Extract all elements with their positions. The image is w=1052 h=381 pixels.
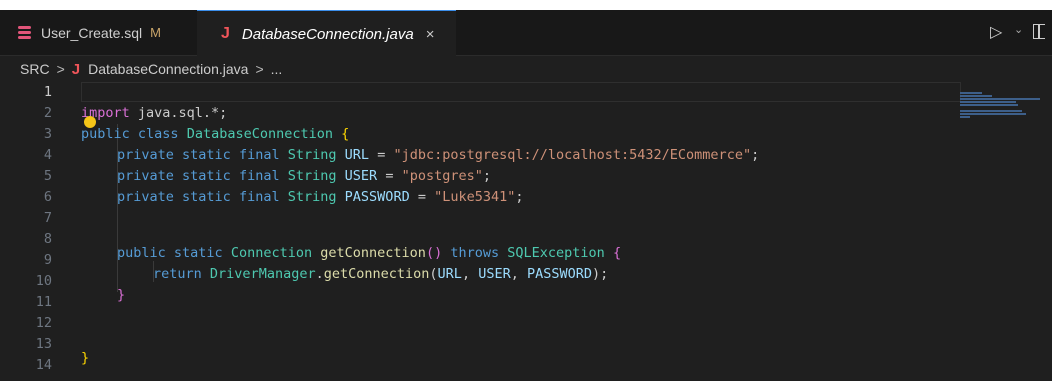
- string-literal: "Luke5341": [434, 189, 516, 205]
- keyword: static: [182, 168, 231, 184]
- type: Connection: [230, 245, 313, 261]
- semicolon: ;: [482, 168, 491, 184]
- variable: URL: [437, 266, 462, 282]
- type: String: [287, 168, 337, 184]
- keyword: static: [182, 147, 231, 163]
- chevron-right-icon: >: [255, 61, 264, 77]
- database-icon: [18, 25, 31, 40]
- variable: URL: [344, 147, 370, 163]
- brace: {: [612, 245, 622, 261]
- tab-database-connection-java[interactable]: J DatabaseConnection.java ×: [197, 10, 456, 57]
- code-text: java.sql.*;: [129, 105, 228, 121]
- type: String: [287, 147, 337, 163]
- java-file-icon: J: [221, 25, 230, 42]
- line-number: 13: [35, 336, 52, 352]
- keyword: public: [117, 245, 166, 261]
- lightbulb-icon[interactable]: [84, 116, 96, 128]
- line-number: 4: [43, 147, 52, 163]
- parens: (): [425, 245, 443, 261]
- keyword: return: [153, 266, 202, 282]
- line-number: 5: [43, 168, 52, 184]
- java-file-icon: J: [71, 60, 81, 78]
- keyword: final: [238, 147, 280, 163]
- split-editor-icon[interactable]: [1033, 24, 1045, 39]
- dot: .: [315, 266, 324, 282]
- code-line-9: return DriverManager.getConnection(URL, …: [153, 264, 608, 285]
- keyword: throws: [450, 245, 500, 261]
- line-number: 12: [35, 315, 52, 331]
- line-number: 9: [43, 252, 52, 268]
- breadcrumb-file[interactable]: DatabaseConnection.java: [88, 61, 248, 77]
- code-line-5: private static final String USER = "post…: [117, 166, 491, 187]
- current-line-highlight: [81, 82, 961, 102]
- minimap[interactable]: [960, 92, 1050, 132]
- code-line-10: }: [117, 287, 126, 303]
- variable: PASSWORD: [526, 266, 593, 282]
- keyword: private: [117, 168, 174, 184]
- operator: =: [377, 168, 402, 184]
- code-line-4: private static final String URL = "jdbc:…: [117, 145, 759, 166]
- tab-label: User_Create.sql: [41, 24, 143, 41]
- paren-semicolon: );: [592, 266, 609, 282]
- keyword: static: [173, 245, 223, 261]
- operator: =: [369, 147, 394, 163]
- line-number: 6: [43, 189, 52, 205]
- code-line-8: public static Connection getConnection()…: [117, 243, 621, 264]
- line-number: 7: [43, 210, 52, 226]
- variable: USER: [344, 168, 378, 184]
- comma: ,: [461, 266, 479, 282]
- chevron-right-icon: >: [56, 61, 65, 77]
- keyword: static: [182, 189, 231, 205]
- string-literal: "postgres": [401, 168, 483, 184]
- variable: USER: [478, 266, 511, 282]
- chevron-down-icon[interactable]: ⌄: [1014, 23, 1023, 36]
- brace: {: [341, 126, 350, 142]
- keyword: final: [238, 168, 280, 184]
- keyword: private: [117, 147, 174, 163]
- tab-label: DatabaseConnection.java: [241, 25, 414, 43]
- code-line-6: private static final String PASSWORD = "…: [117, 187, 524, 208]
- code-line-3: public class DatabaseConnection {: [81, 124, 349, 145]
- line-number: 1: [43, 84, 52, 100]
- tab-bar: User_Create.sql M J DatabaseConnection.j…: [0, 10, 1052, 57]
- line-number: 14: [35, 357, 52, 373]
- comma: ,: [510, 266, 527, 282]
- type: DriverManager: [209, 266, 316, 282]
- code-line-2: import java.sql.*;: [81, 103, 227, 124]
- operator: =: [409, 189, 435, 205]
- method-name: getConnection: [323, 266, 430, 282]
- line-number: 2: [43, 105, 52, 121]
- type: String: [287, 189, 337, 205]
- breadcrumb: SRC > J DatabaseConnection.java > ...: [0, 56, 1052, 82]
- modified-badge: M: [150, 25, 161, 40]
- keyword: class: [137, 126, 179, 142]
- breadcrumb-more[interactable]: ...: [271, 61, 283, 77]
- code-line-13: }: [81, 350, 90, 366]
- keyword: private: [117, 189, 174, 205]
- line-number: 3: [43, 126, 52, 142]
- string-literal: "jdbc:postgresql://localhost:5432/EComme…: [393, 147, 752, 163]
- class-name: DatabaseConnection: [186, 126, 334, 142]
- run-icon[interactable]: ▷: [990, 22, 1002, 42]
- close-icon[interactable]: ×: [426, 26, 435, 43]
- variable: PASSWORD: [344, 189, 410, 205]
- keyword: public: [81, 126, 130, 142]
- breadcrumb-src[interactable]: SRC: [20, 61, 50, 77]
- editor-window: User_Create.sql M J DatabaseConnection.j…: [0, 10, 1052, 381]
- keyword: final: [238, 189, 280, 205]
- line-number: 8: [43, 231, 52, 247]
- line-number: 10: [35, 273, 52, 289]
- code-editor[interactable]: 1 2 3 4 5 6 7 8 9 10 11 12 13 14 import java.sql.*; p…: [0, 82, 1052, 381]
- semicolon: ;: [515, 189, 524, 205]
- tab-user-create-sql[interactable]: User_Create.sql M: [0, 10, 198, 55]
- method-name: getConnection: [320, 245, 426, 261]
- line-number: 11: [35, 294, 52, 310]
- type: SQLException: [507, 245, 605, 261]
- semicolon: ;: [751, 147, 760, 163]
- paren: (: [429, 266, 438, 282]
